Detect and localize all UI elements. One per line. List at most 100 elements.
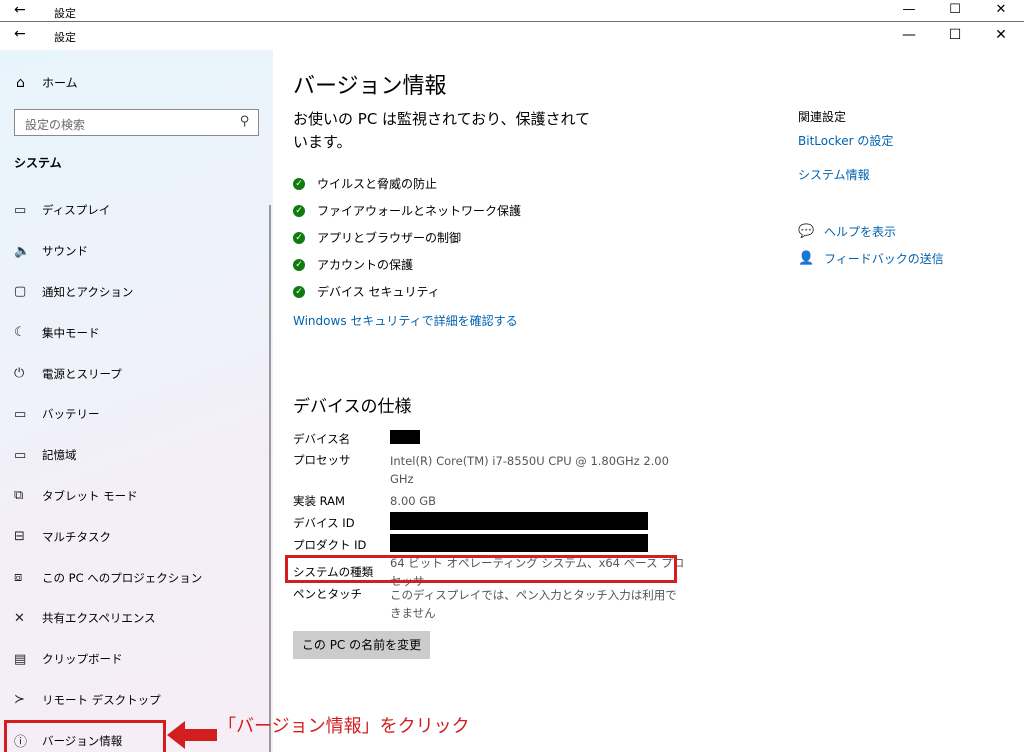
spec-label: デバイス名 — [293, 432, 351, 446]
sidebar-item-projection[interactable]: ⧈ この PC へのプロジェクション — [0, 557, 269, 598]
sidebar-item-label: バージョン情報 — [42, 733, 123, 748]
sidebar-item-shared[interactable]: ✕ 共有エクスペリエンス — [0, 598, 269, 639]
sidebar-item-about[interactable]: ⓘ バージョン情報 — [4, 720, 166, 752]
titlebar: ← 設定 — ☐ ✕ — [0, 22, 1024, 50]
sidebar-item-focus[interactable]: ☾ 集中モード — [0, 312, 269, 353]
sidebar-item-label: マルチタスク — [42, 529, 111, 544]
sidebar-item-label: リモート デスクトップ — [42, 692, 161, 707]
sidebar-item-label: 電源とスリープ — [42, 366, 122, 381]
spec-row-processor: プロセッサ Intel(R) Core(TM) i7-8550U CPU @ 1… — [293, 450, 693, 490]
back-button[interactable]: ← — [14, 26, 26, 42]
tablet-icon: ⧉ — [14, 488, 24, 504]
bitlocker-link[interactable]: BitLocker の設定 — [798, 132, 893, 149]
page-title: バージョン情報 — [293, 74, 447, 99]
spec-label: プロダクト ID — [293, 538, 367, 552]
check-icon: ✓ — [293, 258, 305, 271]
moon-icon: ☾ — [14, 325, 26, 341]
sidebar-item-power[interactable]: ⏻ 電源とスリープ — [0, 353, 269, 394]
remote-icon: ≻ — [14, 692, 25, 708]
background-window-titlebar: ← 設定 — ☐ ✕ — [0, 0, 1024, 22]
minimize-button[interactable]: — — [886, 24, 932, 46]
help-chat-icon: 💬 — [798, 224, 815, 239]
annotation-text: 「バージョン情報」をクリック — [218, 716, 470, 737]
spec-label: ペンとタッチ — [293, 587, 362, 601]
list-item: ✓ アカウントの保護 — [293, 251, 521, 278]
sidebar-item-label: クリップボード — [42, 652, 123, 667]
sidebar-item-battery[interactable]: ▭ バッテリー — [0, 394, 269, 435]
security-details-link[interactable]: Windows セキュリティで詳細を確認する — [293, 312, 518, 329]
list-item: ✓ アプリとブラウザーの制御 — [293, 224, 521, 251]
sidebar-item-sound[interactable]: 🔈 サウンド — [0, 231, 269, 272]
sidebar-item-display[interactable]: ▭ ディスプレイ — [0, 190, 269, 231]
clipboard-icon: ▤ — [14, 651, 27, 667]
rename-pc-button[interactable]: この PC の名前を変更 — [293, 631, 430, 659]
sidebar-item-label: バッテリー — [42, 407, 100, 422]
sidebar-item-label: タブレット モード — [42, 488, 138, 503]
spec-row-system-type: システムの種類 64 ビット オペレーティング システム、x64 ベース プロセ… — [285, 555, 693, 588]
minimize-icon[interactable]: — — [886, 0, 932, 22]
display-icon: ▭ — [14, 202, 27, 218]
spec-value: 8.00 GB — [390, 494, 437, 508]
sidebar: ⌂ ホーム 設定の検索 ⚲ システム ▭ ディスプレイ 🔈 サウンド ▢ 通知とアクシ… — [0, 50, 273, 752]
sidebar-nav: ▭ ディスプレイ 🔈 サウンド ▢ 通知とアクション ☾ 集中モード ⏻ 電源とスリープ … — [0, 190, 269, 752]
spec-row-pen: ペンとタッチ このディスプレイでは、ペン入力とタッチ入力は利用できません — [293, 584, 693, 624]
back-arrow-icon[interactable]: ← — [14, 2, 26, 18]
spec-value: このディスプレイでは、ペン入力とタッチ入力は利用できません — [390, 588, 677, 620]
spec-row-ram: 実装 RAM 8.00 GB — [293, 490, 693, 512]
search-placeholder: 設定の検索 — [25, 118, 86, 132]
search-input[interactable]: 設定の検索 ⚲ — [14, 109, 259, 136]
protection-item-label: アプリとブラウザーの制御 — [317, 231, 462, 245]
spec-label: 実装 RAM — [293, 494, 345, 508]
highlight-box — [285, 555, 677, 583]
check-icon: ✓ — [293, 204, 305, 217]
section-title: システム — [14, 156, 62, 170]
list-item: ✓ ファイアウォールとネットワーク保護 — [293, 197, 521, 224]
multitask-icon: ⊟ — [14, 529, 25, 545]
sidebar-item-notifications[interactable]: ▢ 通知とアクション — [0, 272, 269, 313]
projection-icon: ⧈ — [14, 570, 23, 586]
protection-item-label: デバイス セキュリティ — [317, 285, 440, 299]
sidebar-item-label: 通知とアクション — [42, 284, 134, 299]
spec-title: デバイスの仕様 — [293, 397, 412, 417]
help-link[interactable]: 💬 ヘルプを表示 — [798, 223, 896, 240]
spec-row-device-name: デバイス名 — [293, 428, 693, 450]
sidebar-item-label: 集中モード — [42, 325, 100, 340]
sidebar-item-label: 記憶域 — [42, 448, 77, 463]
redacted-value — [390, 511, 648, 530]
system-info-link[interactable]: システム情報 — [798, 166, 870, 183]
spec-value: Intel(R) Core(TM) i7-8550U CPU @ 1.80GHz… — [390, 454, 669, 486]
power-icon: ⏻ — [14, 366, 25, 382]
close-icon[interactable]: ✕ — [978, 0, 1024, 22]
protection-item-label: ウイルスと脅威の防止 — [317, 177, 438, 191]
sidebar-item-label: ディスプレイ — [42, 203, 111, 218]
feedback-icon: 👤 — [798, 251, 815, 266]
window-title: 設定 — [54, 31, 76, 44]
help-label: ヘルプを表示 — [824, 225, 897, 239]
sidebar-item-multitask[interactable]: ⊟ マルチタスク — [0, 516, 269, 557]
sidebar-item-storage[interactable]: ▭ 記憶域 — [0, 435, 269, 476]
sidebar-home[interactable]: ⌂ ホーム — [16, 74, 78, 91]
feedback-link[interactable]: 👤 フィードバックの送信 — [798, 250, 944, 267]
redacted-value — [390, 533, 648, 552]
sidebar-scrollbar[interactable] — [269, 205, 271, 752]
sidebar-item-clipboard[interactable]: ▤ クリップボード — [0, 639, 269, 680]
check-icon: ✓ — [293, 231, 305, 244]
protection-item-label: アカウントの保護 — [317, 258, 414, 272]
device-spec-table: デバイス名 プロセッサ Intel(R) Core(TM) i7-8550U C… — [285, 428, 693, 624]
home-label: ホーム — [42, 76, 78, 90]
window-title: 設定 — [54, 7, 76, 20]
check-icon: ✓ — [293, 177, 305, 190]
protection-item-label: ファイアウォールとネットワーク保護 — [317, 204, 522, 218]
spec-row-product-id: プロダクト ID — [293, 533, 693, 556]
check-icon: ✓ — [293, 285, 305, 298]
maximize-icon[interactable]: ☐ — [932, 0, 978, 22]
speaker-icon: 🔈 — [14, 243, 31, 259]
annotation-arrow-icon — [167, 721, 217, 749]
sidebar-item-tablet[interactable]: ⧉ タブレット モード — [0, 476, 269, 517]
home-icon: ⌂ — [16, 74, 25, 91]
maximize-button[interactable]: ☐ — [932, 24, 978, 46]
sidebar-item-label: サウンド — [42, 244, 88, 259]
battery-icon: ▭ — [14, 406, 27, 422]
close-button[interactable]: ✕ — [978, 24, 1024, 46]
protection-list: ✓ ウイルスと脅威の防止 ✓ ファイアウォールとネットワーク保護 ✓ アプリとブラウザ… — [293, 170, 521, 305]
